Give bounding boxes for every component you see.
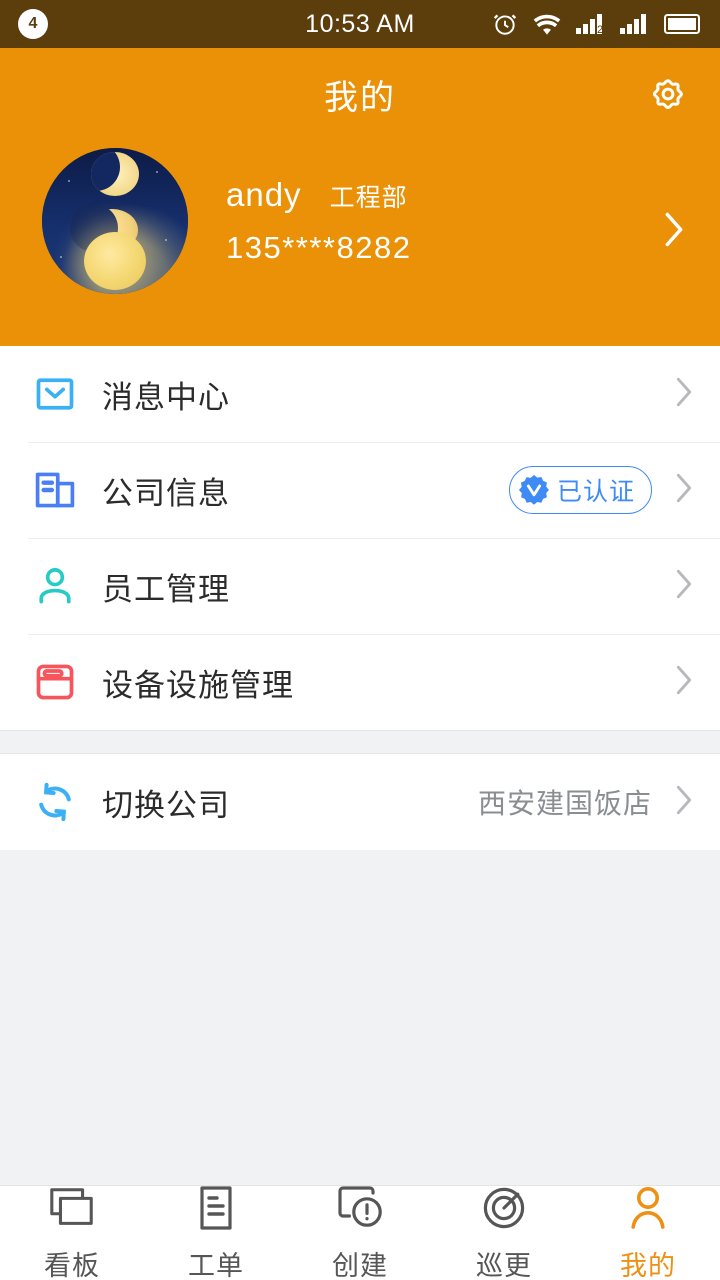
menu-item-label: 设备设施管理	[102, 667, 294, 703]
profile-name: andy	[226, 176, 302, 213]
menu-item-label: 消息中心	[102, 379, 230, 415]
tab-label: 我的	[620, 1250, 676, 1280]
status-bar: 4 10:53 AM 2	[0, 0, 720, 48]
menu-item-company-info[interactable]: 公司信息 已认证	[0, 442, 720, 538]
menu-item-message-center[interactable]: 消息中心	[0, 346, 720, 442]
tab-label: 看板	[44, 1250, 100, 1280]
tab-label: 巡更	[476, 1250, 532, 1280]
status-bar-icons: 2	[492, 11, 702, 37]
patrol-icon	[479, 1184, 529, 1237]
menu-item-label: 员工管理	[102, 571, 230, 607]
moon-phases-avatar	[42, 148, 188, 294]
menu-item-right: 西安建国饭店	[478, 782, 694, 822]
signal-sim1-icon: 2	[576, 12, 606, 36]
header-bar: 我的	[0, 48, 720, 140]
tab-board[interactable]: 看板	[0, 1186, 144, 1280]
profile-card[interactable]: andy 工程部 135****8282	[0, 140, 720, 324]
person-icon	[28, 564, 82, 608]
menu-item-right	[674, 663, 694, 702]
tab-label: 工单	[188, 1250, 244, 1280]
profile-info: andy 工程部 135****8282	[226, 176, 411, 266]
refresh-icon	[28, 779, 82, 825]
menu-item-value: 西安建国饭店	[477, 788, 652, 819]
chevron-right-icon	[662, 210, 686, 255]
profile-department: 工程部	[329, 184, 408, 212]
user-icon	[623, 1184, 673, 1237]
battery-icon	[664, 13, 702, 35]
menu-item-label: 公司信息	[102, 475, 230, 511]
bottom-tab-bar: 看板 工单 创建 巡更 我的	[0, 1185, 720, 1280]
device-icon	[28, 660, 82, 704]
alarm-icon	[492, 11, 518, 37]
chevron-right-icon	[674, 375, 694, 414]
signal-sim2-icon	[620, 12, 650, 36]
create-icon	[334, 1184, 386, 1237]
profile-phone: 135****8282	[226, 230, 412, 265]
chevron-right-icon	[674, 783, 694, 822]
board-icon	[47, 1184, 97, 1237]
gear-icon[interactable]	[642, 68, 694, 120]
chevron-right-icon	[674, 567, 694, 606]
section-divider	[0, 730, 720, 754]
menu-item-switch-company[interactable]: 切换公司 西安建国饭店	[0, 754, 720, 850]
menu-item-right	[674, 375, 694, 414]
menu-item-right	[674, 567, 694, 606]
tab-create[interactable]: 创建	[288, 1184, 432, 1280]
menu-group-secondary: 切换公司 西安建国饭店	[0, 754, 720, 850]
menu-item-label: 切换公司	[102, 787, 230, 823]
menu-item-device-management[interactable]: 设备设施管理	[0, 634, 720, 730]
tab-work-order[interactable]: 工单	[144, 1184, 288, 1280]
menu-item-right: 已认证	[508, 466, 694, 514]
chevron-right-icon	[674, 663, 694, 702]
verified-v-icon	[518, 474, 549, 505]
app-root: 4 10:53 AM 2 我的 andy 工程部 135****8282 消息中…	[0, 0, 720, 1280]
svg-text:2: 2	[597, 24, 603, 36]
page-title: 我的	[324, 78, 396, 117]
order-icon	[191, 1184, 241, 1237]
tab-label: 创建	[332, 1250, 388, 1280]
building-icon	[28, 468, 82, 512]
wifi-icon	[532, 12, 562, 36]
tab-mine[interactable]: 我的	[576, 1186, 720, 1280]
menu-item-employee-management[interactable]: 员工管理	[0, 538, 720, 634]
menu-group-primary: 消息中心 公司信息 已认证 员工管理 设备设施管理	[0, 346, 720, 730]
page-header: 我的 andy 工程部 135****8282	[0, 48, 720, 346]
chevron-right-icon	[674, 471, 694, 510]
envelope-icon	[28, 372, 82, 416]
status-badge: 已认证	[508, 466, 652, 514]
status-badge-label: 已认证	[556, 478, 635, 506]
tab-patrol[interactable]: 巡更	[432, 1186, 576, 1280]
